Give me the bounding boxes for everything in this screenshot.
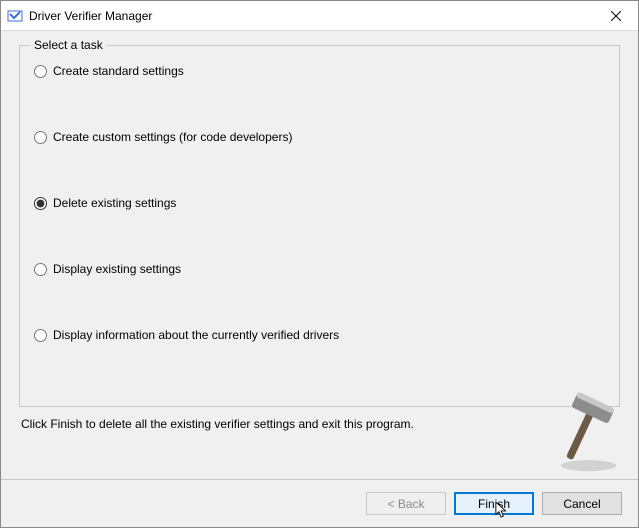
- radio-delete-existing[interactable]: [34, 197, 47, 210]
- content-area: Select a task Create standard settings C…: [1, 31, 638, 461]
- radio-row-info: Display information about the currently …: [34, 328, 605, 342]
- radio-row-display: Display existing settings: [34, 262, 605, 276]
- radio-label-display[interactable]: Display existing settings: [53, 262, 181, 276]
- radio-label-custom[interactable]: Create custom settings (for code develop…: [53, 130, 292, 144]
- instruction-text: Click Finish to delete all the existing …: [19, 417, 620, 431]
- titlebar: Driver Verifier Manager: [1, 1, 638, 31]
- radio-create-custom[interactable]: [34, 131, 47, 144]
- window-title: Driver Verifier Manager: [29, 9, 594, 23]
- close-button[interactable]: [594, 2, 638, 30]
- button-bar: < Back Finish Cancel: [1, 480, 638, 527]
- radio-row-custom: Create custom settings (for code develop…: [34, 130, 605, 144]
- groupbox-legend: Select a task: [30, 38, 107, 52]
- radio-label-delete[interactable]: Delete existing settings: [53, 196, 176, 210]
- radio-label-info[interactable]: Display information about the currently …: [53, 328, 339, 342]
- verifier-app-icon: [7, 8, 23, 24]
- driver-verifier-window: Driver Verifier Manager Select a task Cr…: [0, 0, 639, 528]
- radio-row-standard: Create standard settings: [34, 64, 605, 78]
- radio-label-standard[interactable]: Create standard settings: [53, 64, 184, 78]
- radio-row-delete: Delete existing settings: [34, 196, 605, 210]
- task-groupbox: Select a task Create standard settings C…: [19, 45, 620, 407]
- back-button: < Back: [366, 492, 446, 515]
- cancel-button[interactable]: Cancel: [542, 492, 622, 515]
- finish-button[interactable]: Finish: [454, 492, 534, 515]
- radio-display-existing[interactable]: [34, 263, 47, 276]
- radio-create-standard[interactable]: [34, 65, 47, 78]
- radio-display-info[interactable]: [34, 329, 47, 342]
